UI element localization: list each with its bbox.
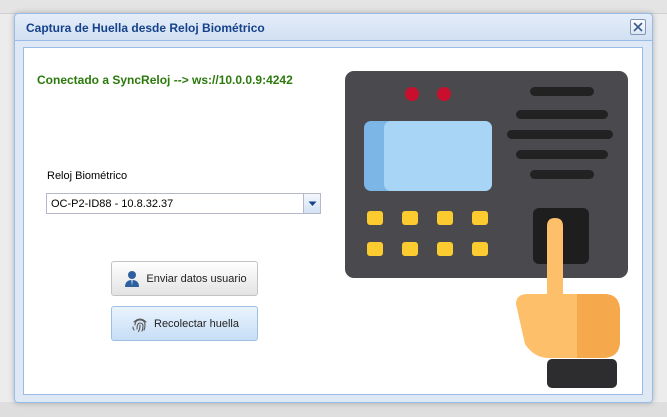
biometric-clock-icon (345, 71, 628, 388)
dialog-titlebar[interactable]: Captura de Huella desde Reloj Biométrico (15, 14, 652, 41)
background-footer (0, 402, 667, 417)
user-icon (122, 269, 142, 289)
device-select[interactable]: OC-P2-ID88 - 10.8.32.37 (46, 193, 321, 214)
dialog-title: Captura de Huella desde Reloj Biométrico (26, 21, 265, 35)
close-button[interactable] (630, 19, 646, 35)
collect-fingerprint-button[interactable]: Recolectar huella (111, 306, 258, 341)
fingerprint-capture-dialog: Captura de Huella desde Reloj Biométrico… (14, 13, 653, 403)
background-toolbar (0, 0, 667, 14)
fingerprint-icon (130, 314, 150, 334)
device-select-value[interactable]: OC-P2-ID88 - 10.8.32.37 (47, 198, 303, 210)
close-icon (633, 22, 643, 32)
device-select-trigger[interactable] (303, 194, 320, 213)
connection-status: Conectado a SyncReloj --> ws://10.0.0.9:… (37, 73, 293, 87)
send-user-data-label: Enviar datos usuario (146, 272, 247, 285)
send-user-data-button[interactable]: Enviar datos usuario (111, 261, 258, 296)
dialog-body: Conectado a SyncReloj --> ws://10.0.0.9:… (23, 47, 643, 395)
device-field-label: Reloj Biométrico (47, 170, 128, 182)
chevron-down-icon (308, 201, 316, 206)
collect-fingerprint-label: Recolectar huella (154, 317, 239, 330)
